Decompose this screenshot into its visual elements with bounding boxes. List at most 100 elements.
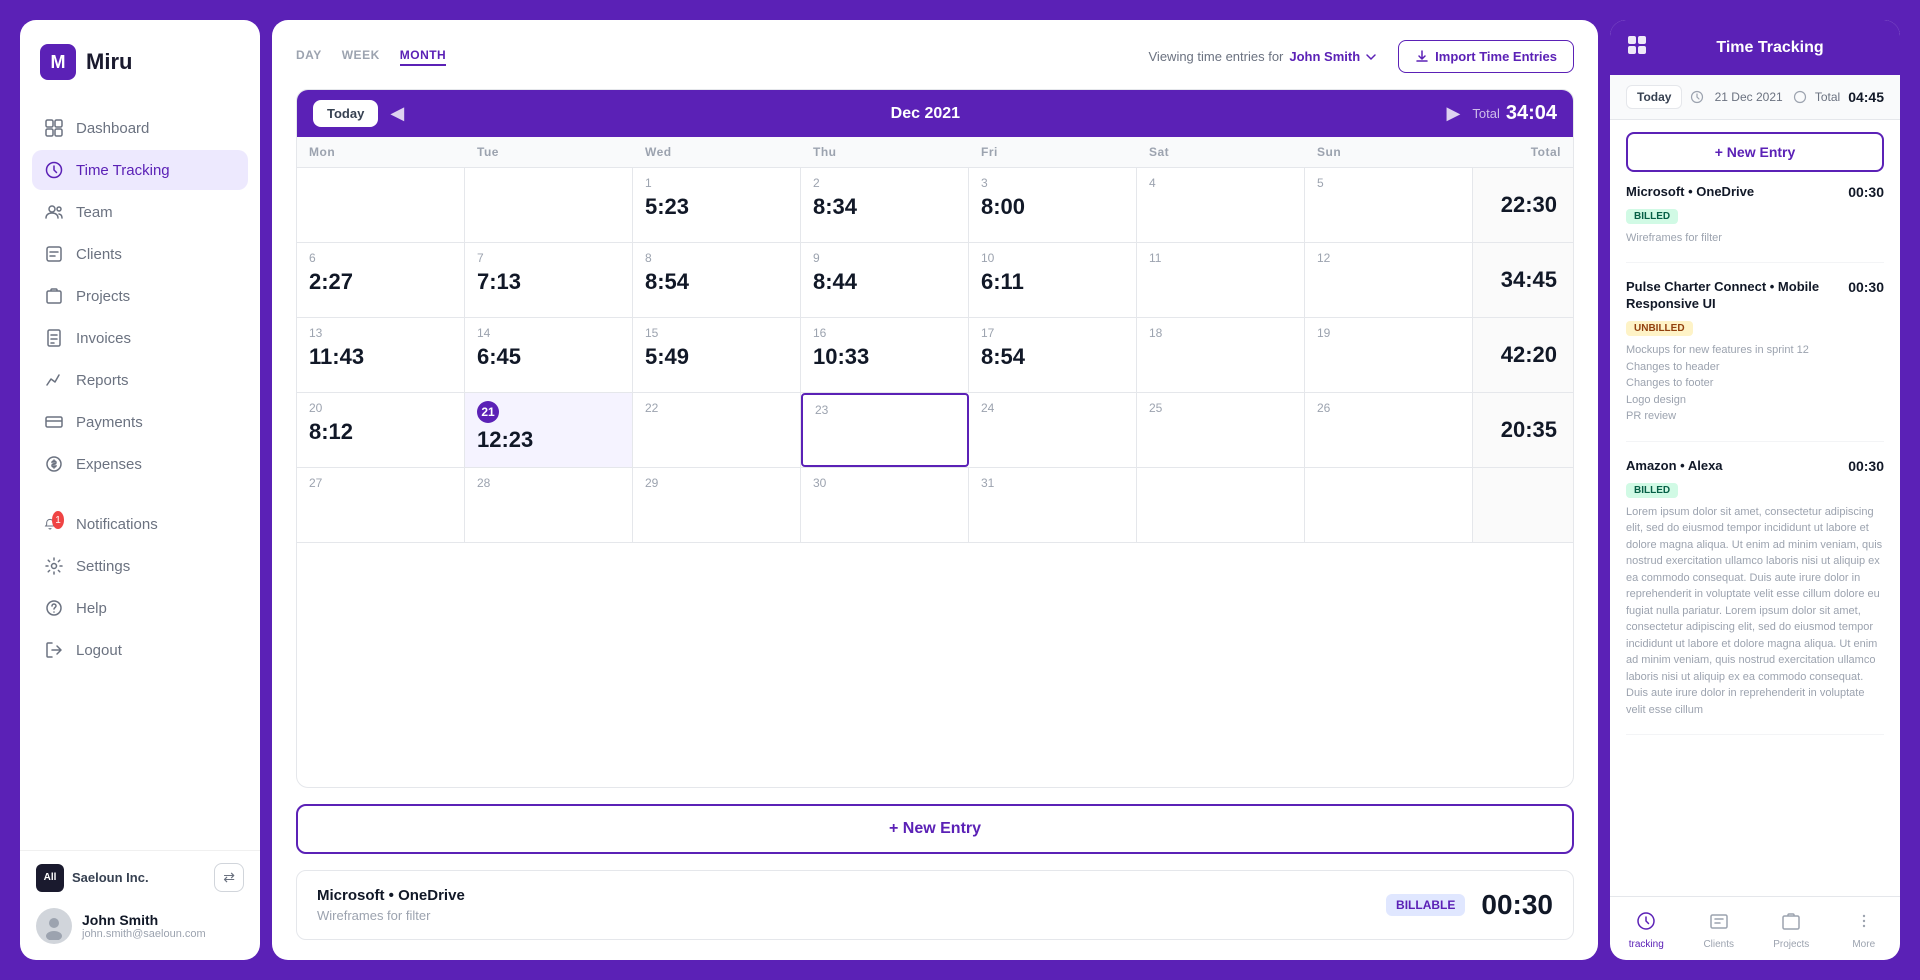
sidebar-item-time-tracking[interactable]: Time Tracking [32,150,248,190]
calendar-week-5: 27 28 29 30 31 [297,468,1573,543]
sidebar: M Miru Dashboard Time Tracking Team [20,20,260,960]
rp-nav-more[interactable]: More [1828,905,1901,956]
header-fri: Fri [969,137,1137,167]
calendar-grid: Mon Tue Wed Thu Fri Sat Sun Total 15:23 … [297,137,1573,543]
top-bar: DAY WEEK MONTH Viewing time entries for … [296,40,1574,73]
expenses-icon [44,454,64,474]
cal-cell[interactable] [1137,468,1305,542]
right-panel: Time Tracking Today 21 Dec 2021 Total 04… [1610,20,1900,960]
rp-entry-top: Amazon • Alexa 00:30 [1626,458,1884,475]
viewing-label: Viewing time entries for John Smith [1149,49,1379,64]
rp-total-label: Total [1815,90,1840,104]
sidebar-item-team[interactable]: Team [32,192,248,232]
tab-day[interactable]: DAY [296,48,322,66]
rp-title: Time Tracking [1656,39,1884,57]
tab-week[interactable]: WEEK [342,48,380,66]
cal-cell[interactable]: 25 [1137,393,1305,467]
sidebar-item-label: Invoices [76,330,131,347]
today-button[interactable]: Today [313,100,378,127]
prev-month-button[interactable]: ◀ [390,103,404,124]
sidebar-item-projects[interactable]: Projects [32,276,248,316]
sidebar-item-label: Settings [76,558,130,575]
cal-cell[interactable]: 29 [633,468,801,542]
cal-cell-selected[interactable]: 23 [801,393,969,467]
sidebar-item-reports[interactable]: Reports [32,360,248,400]
cal-week-total: 42:20 [1473,318,1573,392]
clients-nav-icon [1709,911,1729,936]
cal-cell[interactable]: 4 [1137,168,1305,242]
cal-cell[interactable]: 88:54 [633,243,801,317]
cal-cell[interactable]: 24 [969,393,1137,467]
cal-cell[interactable]: 5 [1305,168,1473,242]
cal-cell[interactable]: 208:12 [297,393,465,467]
rp-today-button[interactable]: Today [1626,85,1682,109]
rp-entry-3: Amazon • Alexa 00:30 BILLED Lorem ipsum … [1626,458,1884,735]
cal-cell[interactable]: 1311:43 [297,318,465,392]
cal-cell-today[interactable]: 21 12:23 [465,393,633,467]
rp-entry-top: Pulse Charter Connect • Mobile Responsiv… [1626,279,1884,313]
entry-time: 00:30 [1481,889,1553,921]
cal-cell[interactable] [465,168,633,242]
tab-month[interactable]: MONTH [400,48,447,66]
new-entry-button[interactable]: + New Entry [296,804,1574,854]
cal-cell[interactable] [1305,468,1473,542]
cal-cell[interactable] [297,168,465,242]
time-tracking-nav-icon [1636,911,1656,936]
cal-cell[interactable]: 12 [1305,243,1473,317]
cal-week-total [1473,468,1573,542]
cal-cell[interactable]: 15:23 [633,168,801,242]
sidebar-item-label: Clients [76,246,122,263]
next-month-button[interactable]: ▶ [1447,103,1461,124]
sidebar-item-notifications[interactable]: 1 Notifications [32,504,248,544]
header-sun: Sun [1305,137,1473,167]
header-tue: Tue [465,137,633,167]
sidebar-item-dashboard[interactable]: Dashboard [32,108,248,148]
cal-cell[interactable]: 22 [633,393,801,467]
company-info: All Saeloun Inc. [36,864,149,892]
cal-cell[interactable]: 106:11 [969,243,1137,317]
sidebar-item-invoices[interactable]: Invoices [32,318,248,358]
calendar-week-3: 1311:43 146:45 155:49 1610:33 178:54 18 … [297,318,1573,393]
cal-cell[interactable]: 38:00 [969,168,1137,242]
cal-cell[interactable]: 77:13 [465,243,633,317]
rp-bottom-nav: tracking Clients Projects More [1610,896,1900,960]
cal-cell[interactable]: 1610:33 [801,318,969,392]
cal-cell[interactable]: 146:45 [465,318,633,392]
app-logo: M Miru [20,44,260,108]
rp-entries: Microsoft • OneDrive 00:30 BILLED Wirefr… [1610,184,1900,896]
cal-cell[interactable]: 98:44 [801,243,969,317]
header-wed: Wed [633,137,801,167]
cal-cell[interactable]: 28:34 [801,168,969,242]
sidebar-item-payments[interactable]: Payments [32,402,248,442]
rp-entry-desc: Mockups for new features in sprint 12Cha… [1626,342,1884,425]
user-info: John Smith john.smith@saeloun.com [82,912,244,940]
rp-new-entry-button[interactable]: + New Entry [1626,132,1884,172]
cal-cell[interactable]: 155:49 [633,318,801,392]
rp-nav-clients[interactable]: Clients [1683,905,1756,956]
cal-cell[interactable]: 62:27 [297,243,465,317]
cal-cell[interactable]: 30 [801,468,969,542]
user-selector[interactable]: John Smith [1289,49,1378,64]
cal-cell[interactable]: 11 [1137,243,1305,317]
cal-cell[interactable]: 26 [1305,393,1473,467]
sidebar-item-label: Dashboard [76,120,149,137]
sidebar-item-expenses[interactable]: Expenses [32,444,248,484]
sidebar-item-settings[interactable]: Settings [32,546,248,586]
rp-nav-time-tracking[interactable]: tracking [1610,905,1683,956]
sidebar-item-help[interactable]: Help [32,588,248,628]
rp-entry-badge: BILLED [1626,483,1678,498]
view-tabs: DAY WEEK MONTH [296,48,446,66]
cal-cell[interactable]: 27 [297,468,465,542]
cal-cell[interactable]: 18 [1137,318,1305,392]
cal-cell[interactable]: 178:54 [969,318,1137,392]
sidebar-item-clients[interactable]: Clients [32,234,248,274]
import-button[interactable]: Import Time Entries [1398,40,1574,73]
rp-nav-projects[interactable]: Projects [1755,905,1828,956]
switch-company-button[interactable]: ⇄ [214,863,244,892]
cal-week-total: 20:35 [1473,393,1573,467]
cal-cell[interactable]: 28 [465,468,633,542]
cal-cell[interactable]: 19 [1305,318,1473,392]
cal-cell[interactable]: 31 [969,468,1137,542]
sidebar-item-logout[interactable]: Logout [32,630,248,670]
rp-entry-badge: UNBILLED [1626,321,1693,336]
